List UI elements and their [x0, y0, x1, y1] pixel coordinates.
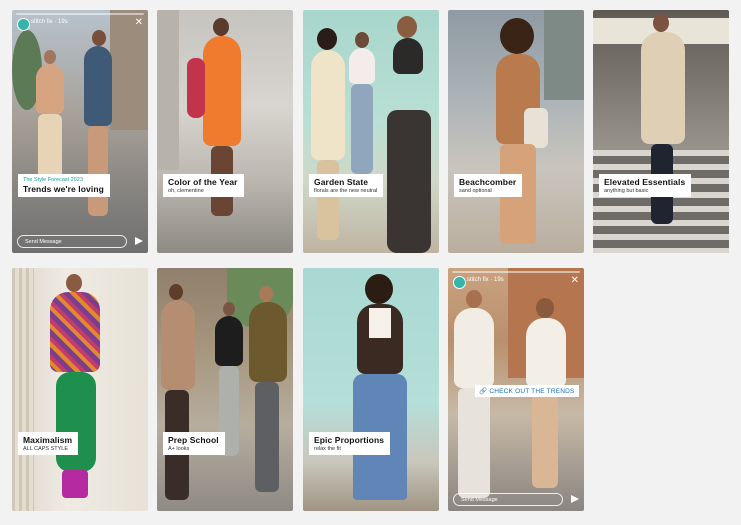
- story-photo: [303, 10, 439, 253]
- story-card-check-out-trends[interactable]: stitch fix · 19s ✕ 🔗 CHECK OUT THE TREND…: [448, 268, 584, 511]
- story-label: Elevated Essentials anything but basic: [599, 174, 692, 197]
- story-title: Epic Proportions: [314, 435, 385, 445]
- story-subtitle: anything but basic: [604, 188, 649, 194]
- story-subtitle: oh, clementine: [168, 188, 204, 194]
- story-label: Epic Proportions relax the fit: [309, 432, 391, 455]
- story-title: Beachcomber: [459, 177, 517, 187]
- story-title: Elevated Essentials: [604, 177, 686, 187]
- story-brand-name: stitch fix · 19s: [31, 19, 68, 25]
- story-card-epic-proportions[interactable]: Epic Proportions relax the fit: [303, 268, 439, 511]
- story-card-maximalism[interactable]: Maximalism ALL CAPS STYLE: [12, 268, 148, 511]
- close-icon[interactable]: ✕: [571, 276, 579, 286]
- story-photo: [12, 268, 148, 511]
- story-kicker: The Style Forecast 2023: [23, 177, 83, 183]
- story-label: Maximalism ALL CAPS STYLE: [18, 432, 79, 455]
- send-icon[interactable]: [571, 495, 579, 503]
- story-label: Prep School A+ looks: [163, 432, 225, 455]
- story-title: Maximalism: [23, 435, 73, 445]
- story-label: The Style Forecast 2023 Trends we're lov…: [18, 174, 110, 197]
- story-title: Trends we're loving: [23, 184, 104, 194]
- story-title: Color of the Year: [168, 177, 238, 187]
- story-subtitle: sand optional: [459, 188, 492, 194]
- close-icon[interactable]: ✕: [135, 18, 143, 28]
- story-label: Garden State florals are the new neutral: [309, 174, 384, 197]
- story-photo: [303, 268, 439, 511]
- send-message-input[interactable]: Send Message: [17, 235, 127, 248]
- send-icon[interactable]: [135, 237, 143, 245]
- story-progress-bar: [16, 13, 144, 15]
- story-subtitle: ALL CAPS STYLE: [23, 446, 69, 452]
- story-subtitle: relax the fit: [314, 446, 341, 452]
- story-card-prep-school[interactable]: Prep School A+ looks: [157, 268, 293, 511]
- story-card-elevated-essentials[interactable]: Elevated Essentials anything but basic: [593, 10, 729, 253]
- story-subtitle: florals are the new neutral: [314, 188, 378, 194]
- story-card-trends[interactable]: stitch fix · 19s ✕ The Style Forecast 20…: [12, 10, 148, 253]
- story-header: stitch fix · 19s ✕: [448, 268, 584, 292]
- link-icon: 🔗: [479, 388, 488, 395]
- story-label: Color of the Year oh, clementine: [163, 174, 244, 197]
- story-card-color-of-the-year[interactable]: Color of the Year oh, clementine: [157, 10, 293, 253]
- check-out-trends-link[interactable]: 🔗 CHECK OUT THE TRENDS: [475, 385, 579, 397]
- story-photo: [593, 10, 729, 253]
- story-card-garden-state[interactable]: Garden State florals are the new neutral: [303, 10, 439, 253]
- story-photo: [157, 268, 293, 511]
- story-label: Beachcomber sand optional: [454, 174, 523, 197]
- story-photo: [448, 10, 584, 253]
- story-progress-bar: [452, 271, 580, 273]
- send-message-input[interactable]: Send Message: [453, 493, 563, 506]
- story-header: stitch fix · 19s ✕: [12, 10, 148, 34]
- story-title: Prep School: [168, 435, 219, 445]
- story-subtitle: A+ looks: [168, 446, 190, 452]
- story-photo: [12, 10, 148, 253]
- story-brand-name: stitch fix · 19s: [467, 277, 504, 283]
- stitch-fix-logo: [453, 276, 466, 289]
- story-card-beachcomber[interactable]: Beachcomber sand optional: [448, 10, 584, 253]
- story-title: Garden State: [314, 177, 369, 187]
- story-photo: [157, 10, 293, 253]
- stitch-fix-logo: [17, 18, 30, 31]
